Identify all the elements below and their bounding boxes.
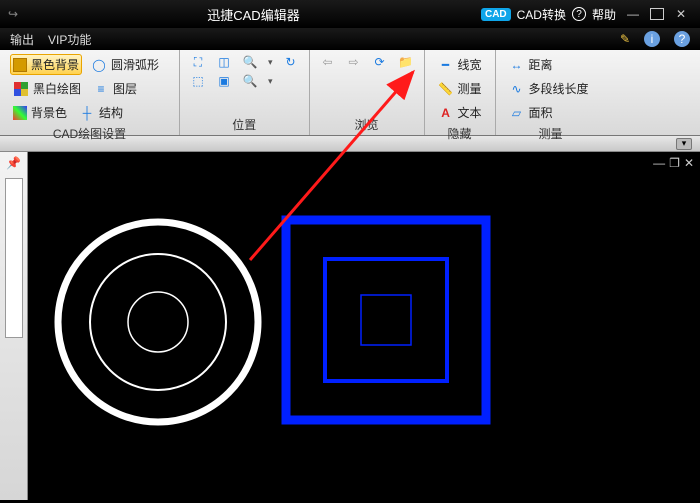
- fit-icon[interactable]: ▣: [216, 73, 232, 89]
- arc-icon: ◯: [91, 57, 107, 73]
- area-icon: ▱: [509, 105, 525, 121]
- prev-icon[interactable]: ⇦: [320, 54, 336, 70]
- ribbon-group-label: 浏览: [320, 116, 414, 133]
- tree-icon: ┼: [79, 105, 95, 121]
- canvas-svg: [28, 152, 700, 500]
- struct-button[interactable]: ┼结构: [76, 102, 126, 123]
- drawing-canvas[interactable]: — ❐ ✕: [28, 152, 700, 500]
- distance-button[interactable]: ↔距离: [506, 54, 556, 75]
- title-bar: ↪ 迅捷CAD编辑器 CAD CAD转换 ? 帮助 — ✕: [0, 0, 700, 28]
- maximize-button[interactable]: [650, 8, 664, 20]
- ribbon-group-hide: ━线宽 📏测量 A文本 隐藏: [425, 50, 496, 135]
- ribbon-group-position: ⛶ ◫ 🔍 ▾ ↻ ⬚ ▣ 🔍 ▾ 位置: [180, 50, 310, 135]
- smooth-arc-button[interactable]: ◯圆滑弧形: [88, 54, 162, 75]
- info-icon[interactable]: i: [644, 31, 660, 47]
- canvas-close-icon[interactable]: ✕: [684, 156, 694, 170]
- menu-vip[interactable]: VIP功能: [48, 31, 91, 48]
- app-title: 迅捷CAD编辑器: [26, 5, 481, 24]
- zoom-window-icon[interactable]: ◫: [216, 54, 232, 70]
- menu-bar: 输出 VIP功能 ✎ i ?: [0, 28, 700, 50]
- minimize-button[interactable]: —: [622, 5, 644, 23]
- measure-button[interactable]: 📏测量: [435, 78, 485, 99]
- area-button[interactable]: ▱面积: [506, 102, 556, 123]
- polyline-icon: ∿: [509, 81, 525, 97]
- rotate-icon[interactable]: ↻: [283, 54, 299, 70]
- edit-icon[interactable]: ✎: [620, 32, 630, 46]
- side-panel: 📌: [0, 152, 28, 500]
- canvas-minimize-icon[interactable]: —: [653, 156, 665, 170]
- zoom-out-icon[interactable]: 🔍: [242, 73, 258, 89]
- chevron-down-icon[interactable]: ▾: [676, 138, 692, 150]
- layer-icon: ≡: [93, 81, 109, 97]
- zoom-extents-icon[interactable]: ⛶: [190, 54, 206, 70]
- refresh-icon[interactable]: ⟳: [372, 54, 388, 70]
- canvas-restore-icon[interactable]: ❐: [669, 156, 680, 170]
- distance-icon: ↔: [509, 57, 525, 73]
- layer-button[interactable]: ≡图层: [90, 78, 140, 99]
- pan-icon[interactable]: ⬚: [190, 73, 206, 89]
- zoom-in-icon[interactable]: 🔍: [242, 54, 258, 70]
- ribbon-group-label: 测量: [506, 125, 596, 142]
- ribbon-group-cad-settings: 黑色背景 ◯圆滑弧形 黑白绘图 ≡图层 背景色 ┼结构 CAD绘图设置: [0, 50, 180, 135]
- linewidth-icon: ━: [438, 57, 454, 73]
- ribbon-group-measure: ↔距离 ∿多段线长度 ▱面积 测量: [496, 50, 606, 135]
- text-icon: A: [438, 105, 454, 121]
- fill-icon: [13, 106, 27, 120]
- menu-output[interactable]: 输出: [10, 31, 34, 48]
- black-bg-button[interactable]: 黑色背景: [10, 54, 82, 75]
- bw-draw-button[interactable]: 黑白绘图: [10, 78, 84, 99]
- text-button[interactable]: A文本: [435, 102, 485, 123]
- ruler-icon: 📏: [438, 81, 454, 97]
- redo-icon[interactable]: ↪: [0, 7, 26, 21]
- cad-convert-link[interactable]: CAD转换: [517, 6, 566, 23]
- polyline-length-button[interactable]: ∿多段线长度: [506, 78, 592, 99]
- dropdown-icon[interactable]: ▾: [268, 57, 273, 68]
- ribbon-group-label: 隐藏: [435, 125, 485, 142]
- linewidth-button[interactable]: ━线宽: [435, 54, 485, 75]
- ribbon: 黑色背景 ◯圆滑弧形 黑白绘图 ≡图层 背景色 ┼结构 CAD绘图设置 ⛶ ◫ …: [0, 50, 700, 136]
- ribbon-group-label: 位置: [190, 116, 299, 133]
- bgcolor-button[interactable]: 背景色: [10, 102, 70, 123]
- square-icon: [13, 58, 27, 72]
- ribbon-group-label: CAD绘图设置: [10, 125, 169, 142]
- palette-icon: [13, 81, 29, 97]
- ribbon-group-browse: ⇦ ⇨ ⟳ 📁 浏览: [310, 50, 425, 135]
- work-area: 📌 — ❐ ✕: [0, 152, 700, 500]
- dropdown-icon[interactable]: ▾: [268, 76, 273, 87]
- help-circle-icon[interactable]: ?: [674, 31, 690, 47]
- close-button[interactable]: ✕: [670, 5, 692, 23]
- folder-icon[interactable]: 📁: [398, 54, 414, 70]
- cad-badge: CAD: [481, 8, 511, 21]
- pin-icon[interactable]: 📌: [6, 156, 21, 170]
- help-link[interactable]: 帮助: [592, 6, 616, 23]
- next-icon[interactable]: ⇨: [346, 54, 362, 70]
- help-icon[interactable]: ?: [572, 7, 586, 21]
- palette-strip[interactable]: [5, 178, 23, 338]
